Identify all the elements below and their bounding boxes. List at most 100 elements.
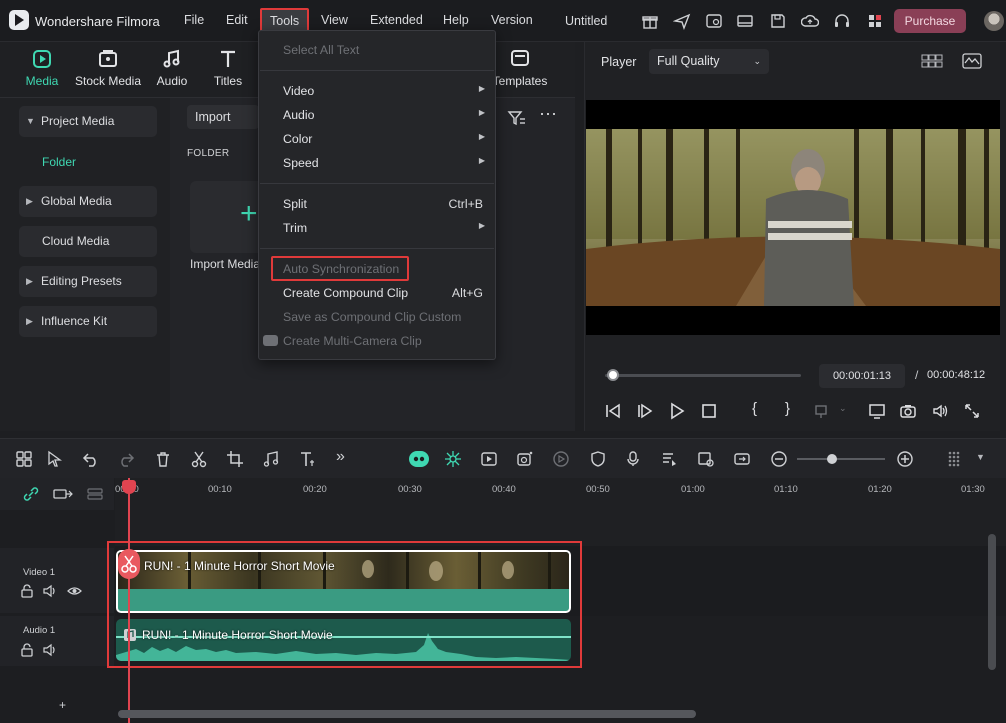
play-icon[interactable] [668,402,686,420]
filter-icon[interactable] [507,109,527,127]
menu-item-trim[interactable]: Trim ▶ [283,221,485,235]
auto-reframe-icon[interactable] [480,450,498,468]
add-track-button[interactable]: + [59,698,66,712]
playhead[interactable] [128,478,130,723]
audio-edit-icon[interactable] [262,450,280,468]
menu-item-split[interactable]: Split Ctrl+B [283,197,483,211]
replace-icon[interactable] [733,450,751,468]
zoom-slider[interactable] [797,458,885,460]
layout-icon[interactable] [736,12,754,30]
gift-icon[interactable] [641,12,659,30]
sidebar-item-editing-presets[interactable]: ▶ Editing Presets [19,266,157,297]
insert-chevron-icon[interactable]: ⌄ [839,403,847,414]
zoom-out-icon[interactable] [770,450,788,468]
next-frame-icon[interactable] [636,402,654,420]
caret-down-icon[interactable]: ▼ [976,452,985,462]
sidebar-item-cloud-media[interactable]: Cloud Media [19,226,157,257]
horizontal-scrollbar[interactable] [118,710,696,718]
waveform-monitor-icon[interactable] [962,53,982,69]
shield-icon[interactable] [589,450,607,468]
stop-icon[interactable] [700,402,718,420]
fullscreen-icon[interactable] [963,402,981,420]
track-manager-icon[interactable] [86,487,104,501]
mark-out-icon[interactable]: } [785,400,790,417]
eye-icon[interactable] [67,584,82,598]
select-arrow-icon[interactable] [46,450,64,468]
display-icon[interactable] [868,402,886,420]
more-options-icon[interactable]: ⋯ [539,104,558,125]
playback-slider-knob[interactable] [607,369,619,381]
import-dropdown[interactable]: Import [187,105,259,129]
menu-item-create-multi-camera-clip[interactable]: Create Multi-Camera Clip [263,334,483,348]
menu-item-save-compound-clip[interactable]: Save as Compound Clip Custom [283,310,483,324]
zoom-in-icon[interactable] [896,450,914,468]
track-link-icon[interactable] [53,487,73,501]
sidebar-item-influence-kit[interactable]: ▶ Influence Kit [19,306,157,337]
layout-grid-icon[interactable] [15,450,33,468]
previous-frame-icon[interactable] [604,402,622,420]
tab-media[interactable]: Media [22,48,62,88]
quality-dropdown[interactable]: Full Quality ⌄ [649,49,769,74]
menu-item-color[interactable]: Color ▶ [283,132,485,146]
tab-audio[interactable]: Audio [152,48,192,88]
import-media-card[interactable]: + [190,181,265,253]
drag-handle-icon[interactable] [946,450,962,468]
speaker-icon[interactable] [43,584,57,598]
menu-item-audio[interactable]: Audio ▶ [283,108,485,122]
menu-item-create-compound-clip[interactable]: Create Compound Clip Alt+G [283,286,483,300]
avatar[interactable] [984,11,1004,31]
microphone-icon[interactable] [624,450,642,468]
insert-icon[interactable] [813,402,831,420]
menu-file[interactable]: File [184,13,204,27]
snapshot-icon[interactable] [899,402,917,420]
menu-view[interactable]: View [321,13,348,27]
sidebar-item-project-media[interactable]: ▼ Project Media [19,106,157,137]
menu-help[interactable]: Help [443,13,469,27]
mark-in-icon[interactable]: { [752,400,757,417]
play-circle-icon[interactable] [552,450,570,468]
send-icon[interactable] [673,12,691,30]
menu-item-video[interactable]: Video ▶ [283,84,485,98]
menu-edit[interactable]: Edit [226,13,248,27]
volume-icon[interactable] [931,402,949,420]
lock-icon[interactable] [20,643,34,657]
tab-templates[interactable]: Templates [490,48,550,88]
grid-view-icon[interactable] [921,53,943,69]
split-marker[interactable] [118,549,140,579]
delete-icon[interactable] [154,450,172,468]
speaker-icon[interactable] [43,643,57,657]
scene-detect-icon[interactable] [697,450,715,468]
undo-icon[interactable] [82,450,100,468]
playback-slider[interactable] [605,374,801,377]
zoom-slider-knob[interactable] [827,454,837,464]
tab-stock-media[interactable]: Stock Media [73,48,143,88]
more-tools-icon[interactable]: » [336,448,345,466]
ai-toolbox-icon[interactable] [705,12,723,30]
link-icon[interactable] [22,487,40,501]
playhead-handle[interactable] [122,480,136,494]
crop-icon[interactable] [226,450,244,468]
save-icon[interactable] [769,12,787,30]
subtitle-icon[interactable] [660,450,678,468]
menu-item-auto-synchronization[interactable]: Auto Synchronization [283,262,483,276]
headset-icon[interactable] [833,12,851,30]
apps-grid-icon[interactable] [866,12,884,30]
purchase-button[interactable]: Purchase [894,9,966,33]
vertical-scrollbar[interactable] [988,534,996,670]
redo-icon[interactable] [117,450,135,468]
menu-item-speed[interactable]: Speed ▶ [283,156,485,170]
cloud-upload-icon[interactable] [801,12,819,30]
menu-extended[interactable]: Extended [370,13,423,27]
text-tool-icon[interactable] [298,450,316,468]
sidebar-item-global-media[interactable]: ▶ Global Media [19,186,157,217]
lock-icon[interactable] [20,584,34,598]
video-preview[interactable] [586,100,1000,335]
sparkle-icon[interactable] [444,450,462,468]
menu-item-select-all-text[interactable]: Select All Text [283,43,483,57]
sidebar-item-folder[interactable]: Folder [42,155,76,169]
timeline-ruler[interactable]: 00:00 00:10 00:20 00:30 00:40 00:50 01:0… [115,478,1006,510]
menu-version[interactable]: Version [491,13,533,27]
ai-assistant-icon[interactable] [408,449,430,469]
tab-titles[interactable]: Titles [208,48,248,88]
ai-video-icon[interactable] [516,450,534,468]
